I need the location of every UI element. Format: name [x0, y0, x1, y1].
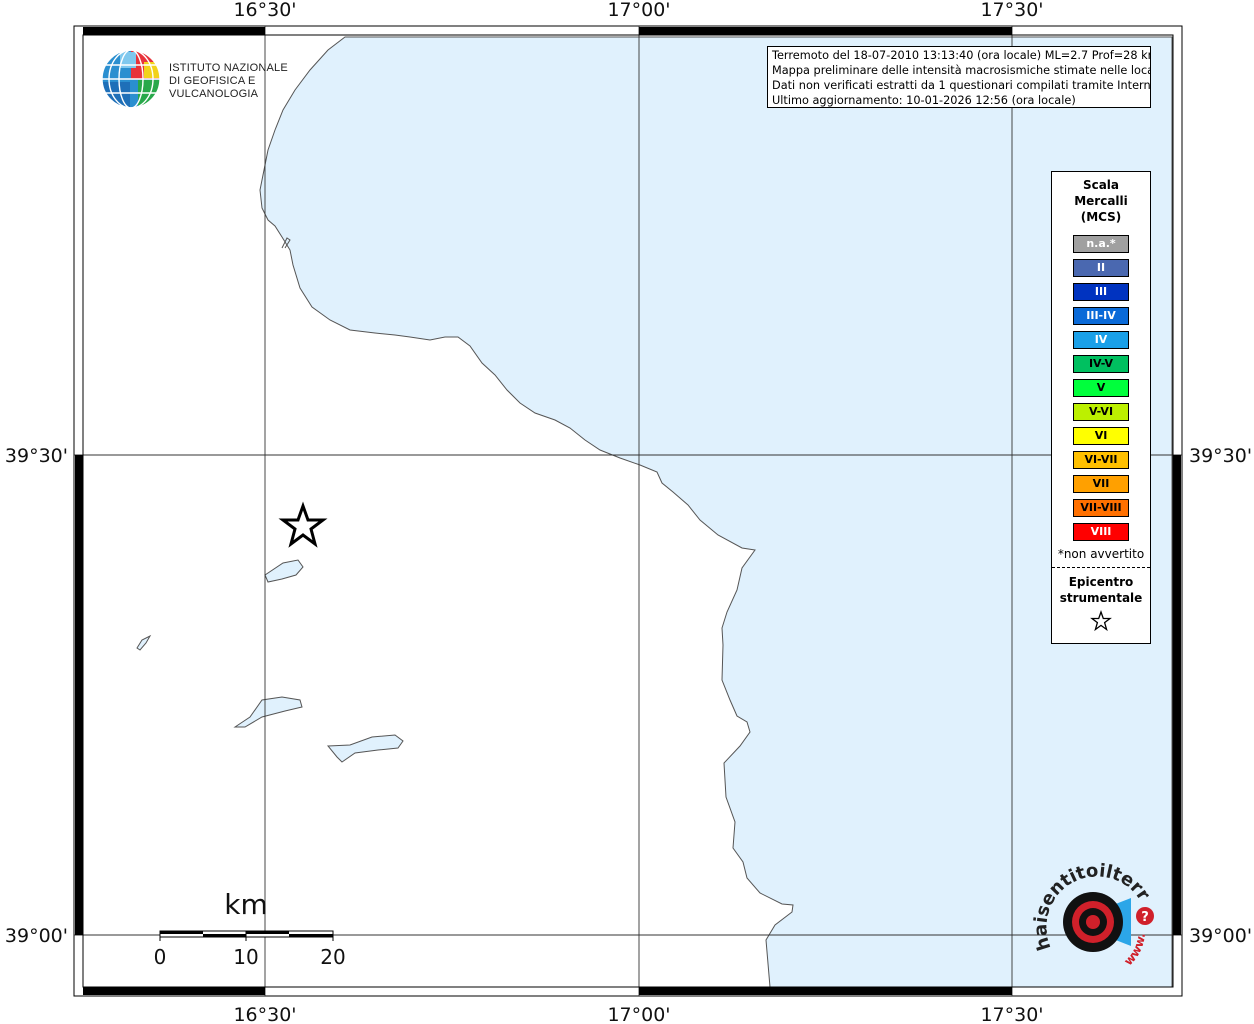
- epicenter-legend-line: Epicentro: [1068, 575, 1134, 589]
- haisentito-logo-graphic: haisentitoilterremoto.it www. ?: [1024, 846, 1154, 968]
- legend-intensity-swatch: V-VI: [1073, 403, 1129, 421]
- lon-label-bottom: 17°00': [607, 1004, 670, 1024]
- legend-separator: [1052, 567, 1150, 568]
- legend-intensity-swatch: V: [1073, 379, 1129, 397]
- scale-label: 10: [233, 945, 258, 969]
- lat-label-right: 39°00': [1189, 925, 1252, 947]
- info-line: Terremoto del 18-07-2010 13:13:40 (ora l…: [772, 49, 1151, 62]
- target-icon: [1063, 892, 1131, 952]
- legend-title-line: Mercalli: [1074, 194, 1128, 208]
- mcs-legend: Scala Mercalli (MCS) n.a.* II III III-IV IV I…: [1051, 171, 1151, 644]
- lon-label-top: 17°00': [607, 0, 670, 21]
- earthquake-info-box: Terremoto del 18-07-2010 13:13:40 (ora l…: [767, 46, 1151, 108]
- globe-icon: [101, 49, 161, 109]
- lon-label-top: 17°30': [980, 0, 1043, 21]
- epicenter-legend: Epicentro strumentale: [1052, 574, 1150, 606]
- info-line: Dati non verificati estratti da 1 questi…: [772, 79, 1151, 92]
- legend-intensity-swatch: n.a.*: [1073, 235, 1129, 253]
- legend-intensity-swatch: VI-VII: [1073, 451, 1129, 469]
- lat-label-left: 39°30': [5, 445, 68, 467]
- lon-label-bottom: 16°30': [233, 1004, 296, 1024]
- svg-text:?: ?: [1141, 910, 1149, 925]
- scale-unit: km: [224, 888, 268, 921]
- legend-intensity-swatch: III: [1073, 283, 1129, 301]
- info-line: Ultimo aggiornamento: 10-01-2026 12:56 (…: [772, 94, 1076, 107]
- scale-label: 0: [154, 945, 167, 969]
- lon-label-top: 16°30': [233, 0, 296, 21]
- legend-title-line: Scala: [1082, 178, 1120, 192]
- lon-label-bottom: 17°30': [980, 1004, 1043, 1024]
- legend-intensity-swatch: VIII: [1073, 523, 1129, 541]
- ingv-name-line: DI GEOFISICA E VULCANOLOGIA: [169, 75, 259, 100]
- ingv-logo: ISTITUTO NAZIONALE DI GEOFISICA E VULCAN…: [100, 48, 310, 110]
- star-icon: [1090, 610, 1112, 632]
- legend-title-line: (MCS): [1080, 210, 1122, 224]
- haisentito-logo: haisentitoilterremoto.it www. ?: [1024, 846, 1163, 980]
- lat-label-left: 39°00': [5, 925, 68, 947]
- legend-intensity-swatch: II: [1073, 259, 1129, 277]
- legend-intensity-swatch: IV: [1073, 331, 1129, 349]
- lat-label-right: 39°30': [1189, 445, 1252, 467]
- legend-intensity-swatch: IV-V: [1073, 355, 1129, 373]
- info-line: Mappa preliminare delle intensità macros…: [772, 64, 1151, 77]
- legend-intensity-swatch: III-IV: [1073, 307, 1129, 325]
- question-icon: ?: [1136, 907, 1154, 925]
- legend-items: n.a.* II III III-IV IV IV-V V V-VI VI VI-VII VII VI…: [1052, 235, 1150, 541]
- legend-intensity-swatch: VII-VIII: [1073, 499, 1129, 517]
- legend-intensity-swatch: VII: [1073, 475, 1129, 493]
- legend-title: Scala Mercalli (MCS): [1052, 177, 1150, 225]
- epicenter-legend-line: strumentale: [1059, 591, 1143, 605]
- legend-intensity-swatch: VI: [1073, 427, 1129, 445]
- ingv-name: ISTITUTO NAZIONALE DI GEOFISICA E VULCAN…: [169, 62, 310, 101]
- ingv-name-line: ISTITUTO NAZIONALE: [169, 62, 288, 74]
- scale-label: 20: [320, 945, 345, 969]
- legend-note: *non avvertito: [1057, 547, 1145, 561]
